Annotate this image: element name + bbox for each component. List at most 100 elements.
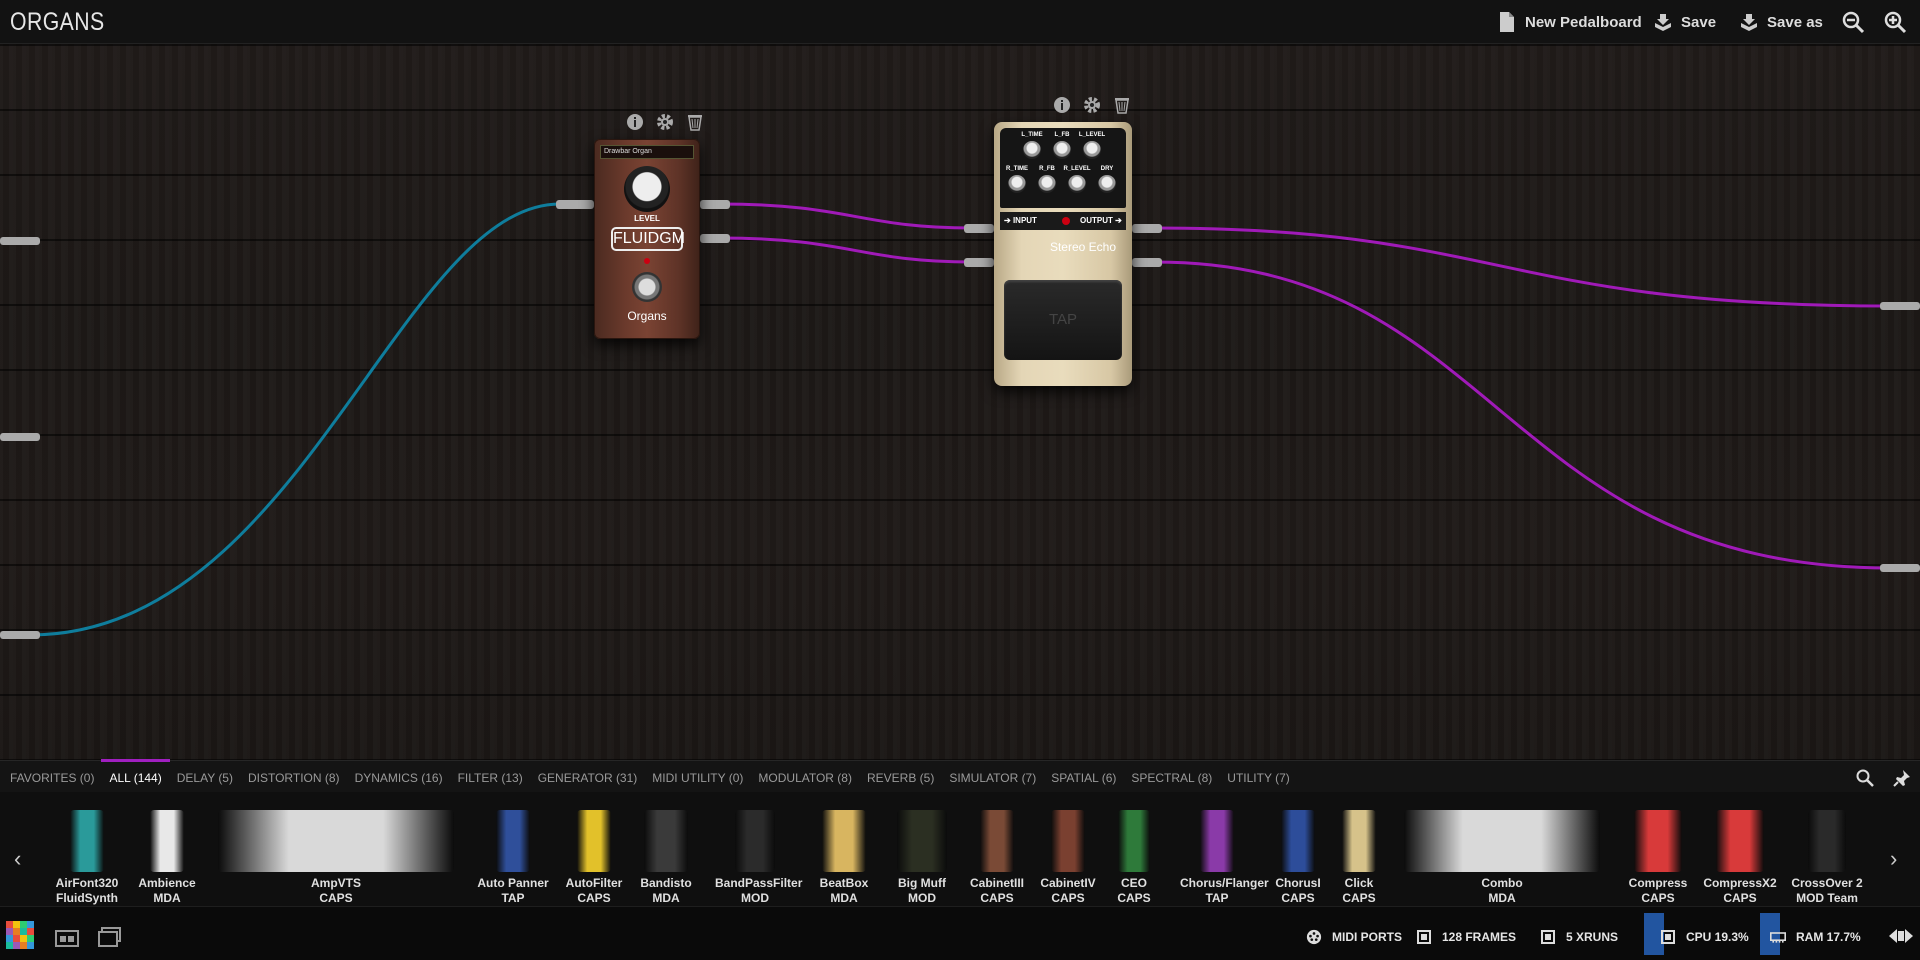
plugin-name: Ambience (138, 876, 196, 890)
save-as-icon (1741, 14, 1757, 31)
plugin-thumbnail (1281, 810, 1315, 872)
dry-knob[interactable] (1098, 175, 1116, 193)
plugin-brand: MDA (1488, 891, 1516, 905)
l-time-knob[interactable] (1023, 141, 1041, 159)
echo-pedal-name: Stereo Echo (1049, 240, 1116, 254)
category-tab[interactable]: ALL (144) (101, 759, 171, 785)
organ-footswitch[interactable] (632, 272, 662, 302)
plugin-thumbnail (496, 810, 530, 872)
plugin-item[interactable]: ChorusI CAPS (1275, 802, 1321, 906)
search-icon[interactable] (1856, 769, 1874, 787)
category-tab[interactable]: SIMULATOR (7) (949, 771, 1036, 785)
plugin-brand: MOD Team (1796, 891, 1858, 905)
plugin-item[interactable]: Compress CAPS (1629, 802, 1687, 906)
plugin-item[interactable]: Auto Panner TAP (477, 802, 549, 906)
plugin-thumbnail (150, 810, 184, 872)
trash-icon[interactable] (1113, 96, 1131, 114)
ram-icon (1770, 932, 1786, 943)
gear-icon[interactable] (656, 113, 674, 131)
xruns-button[interactable]: 5 XRUNS (1540, 929, 1618, 945)
category-tab[interactable]: MIDI UTILITY (0) (652, 771, 743, 785)
cables (0, 200, 1920, 639)
level-knob-label: LEVEL (634, 214, 660, 223)
category-tab[interactable]: FAVORITES (0) (10, 771, 94, 785)
banks-icon[interactable] (98, 927, 122, 947)
plugin-item[interactable]: BeatBox MDA (820, 802, 868, 906)
r-level-knob[interactable] (1068, 175, 1086, 193)
ram-label: RAM 17.7% (1796, 930, 1861, 944)
status-bar: MIDI PORTS 128 FRAMES 5 XRUNS CPU 19.3% … (0, 906, 1920, 960)
category-tab[interactable]: DYNAMICS (16) (355, 771, 443, 785)
stereo-echo-pedal[interactable]: L_TIME L_FB L_LEVEL R_TIME R_FB R_LEVEL … (994, 122, 1132, 386)
cpu-icon (1661, 930, 1675, 944)
echo-in-l-jack (964, 224, 994, 233)
plugin-name: CrossOver 2 (1791, 876, 1863, 890)
plugin-brand: TAP (501, 891, 525, 905)
plugin-thumbnail (1716, 810, 1764, 872)
category-tab[interactable]: MODULATOR (8) (758, 771, 852, 785)
gear-icon[interactable] (1083, 96, 1101, 114)
r-fb-knob[interactable] (1038, 175, 1056, 193)
plugin-item[interactable]: AirFont320 FluidSynth (56, 802, 118, 906)
info-icon[interactable] (1053, 96, 1071, 114)
midi-ports-button[interactable]: MIDI PORTS (1306, 929, 1402, 945)
plugin-item[interactable]: Chorus/Flanger TAP (1180, 802, 1269, 906)
buffer-size-button[interactable]: 128 FRAMES (1416, 929, 1516, 945)
plugin-item[interactable]: Ambience MDA (138, 802, 196, 906)
transport-sync-icon[interactable] (1888, 927, 1914, 945)
plugin-thumbnail (577, 810, 611, 872)
app-logo[interactable] (6, 921, 34, 949)
plugin-thumbnail (897, 810, 947, 872)
plugin-item[interactable]: Combo MDA (1404, 802, 1600, 906)
category-tab[interactable]: REVERB (5) (867, 771, 934, 785)
plugin-item[interactable]: CabinetIII CAPS (970, 802, 1024, 906)
zoom-out-icon[interactable] (1841, 10, 1865, 34)
xruns-label: 5 XRUNS (1566, 930, 1619, 944)
plugin-name: AirFont320 (55, 876, 119, 890)
category-tab[interactable]: UTILITY (7) (1227, 771, 1289, 785)
r-time-knob[interactable] (1008, 175, 1026, 193)
plugin-item[interactable]: Bandisto MDA (640, 802, 692, 906)
l-level-knob[interactable] (1083, 141, 1101, 159)
knob-label-l-fb: L_FB (1054, 132, 1070, 138)
plugin-name: Bandisto (640, 876, 692, 890)
plugin-item[interactable]: BandPassFilter MOD (715, 802, 802, 906)
echo-in-r-jack (964, 258, 994, 267)
plugin-item[interactable]: AmpVTS CAPS (218, 802, 454, 906)
scroll-right-arrow[interactable]: › (1890, 846, 1897, 872)
save-button[interactable]: Save (1653, 10, 1716, 34)
pin-icon[interactable] (1893, 769, 1911, 787)
category-tab[interactable]: DELAY (5) (177, 771, 233, 785)
pedalboard-canvas[interactable]: Drawbar Organ LEVEL FLUIDGM Organs L_TIM… (0, 44, 1920, 760)
input-jack-1 (0, 237, 40, 245)
info-icon[interactable] (626, 113, 644, 131)
organ-preset-select[interactable]: Drawbar Organ (600, 145, 694, 159)
plugin-item[interactable]: CrossOver 2 MOD Team (1791, 802, 1863, 906)
plugin-item[interactable]: CabinetIV CAPS (1040, 802, 1096, 906)
organ-pedal[interactable]: Drawbar Organ LEVEL FLUIDGM Organs (594, 139, 700, 339)
category-tab[interactable]: SPECTRAL (8) (1131, 771, 1212, 785)
zoom-in-icon[interactable] (1883, 10, 1907, 34)
category-tab[interactable]: GENERATOR (31) (538, 771, 638, 785)
plugin-item[interactable]: AutoFilter CAPS (566, 802, 622, 906)
organ-in-jack (556, 200, 594, 209)
pedalboards-icon[interactable] (55, 927, 79, 947)
save-as-button[interactable]: Save as (1739, 10, 1823, 34)
plugin-item[interactable]: Click CAPS (1342, 802, 1376, 906)
trash-icon[interactable] (686, 113, 704, 131)
organ-out-l-jack (700, 200, 730, 209)
plugin-item[interactable]: CompressX2 CAPS (1703, 802, 1777, 906)
plugin-brand: CAPS (1117, 891, 1151, 905)
category-tab[interactable]: DISTORTION (8) (248, 771, 340, 785)
plugin-item[interactable]: Big Muff MOD (897, 802, 947, 906)
category-tab[interactable]: FILTER (13) (458, 771, 523, 785)
tap-footswitch[interactable]: TAP (1004, 280, 1122, 360)
scroll-left-arrow[interactable]: ‹ (14, 846, 21, 872)
category-tab[interactable]: SPATIAL (6) (1051, 771, 1116, 785)
new-pedalboard-button[interactable]: New Pedalboard (1497, 10, 1642, 34)
level-knob[interactable] (624, 166, 670, 212)
plugin-brand: CAPS (980, 891, 1014, 905)
plugin-item[interactable]: CEO CAPS (1117, 802, 1151, 906)
plugin-thumbnail (735, 810, 775, 872)
l-fb-knob[interactable] (1053, 141, 1071, 159)
